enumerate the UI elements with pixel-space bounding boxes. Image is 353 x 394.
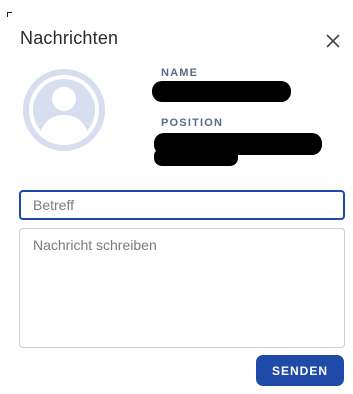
message-textarea[interactable] bbox=[19, 228, 345, 348]
subject-input[interactable] bbox=[19, 190, 345, 220]
position-label: POSITION bbox=[161, 117, 224, 129]
send-button[interactable]: SENDEN bbox=[256, 355, 344, 386]
position-redaction-line2 bbox=[154, 148, 238, 166]
name-redaction bbox=[152, 81, 291, 102]
message-dialog: Nachrichten NAME POSITION SENDEN bbox=[0, 0, 353, 394]
close-icon bbox=[326, 34, 340, 48]
avatar bbox=[23, 69, 105, 151]
name-label: NAME bbox=[161, 67, 199, 79]
dialog-title: Nachrichten bbox=[20, 28, 119, 48]
user-avatar-icon bbox=[29, 75, 99, 145]
close-button[interactable] bbox=[322, 30, 344, 52]
